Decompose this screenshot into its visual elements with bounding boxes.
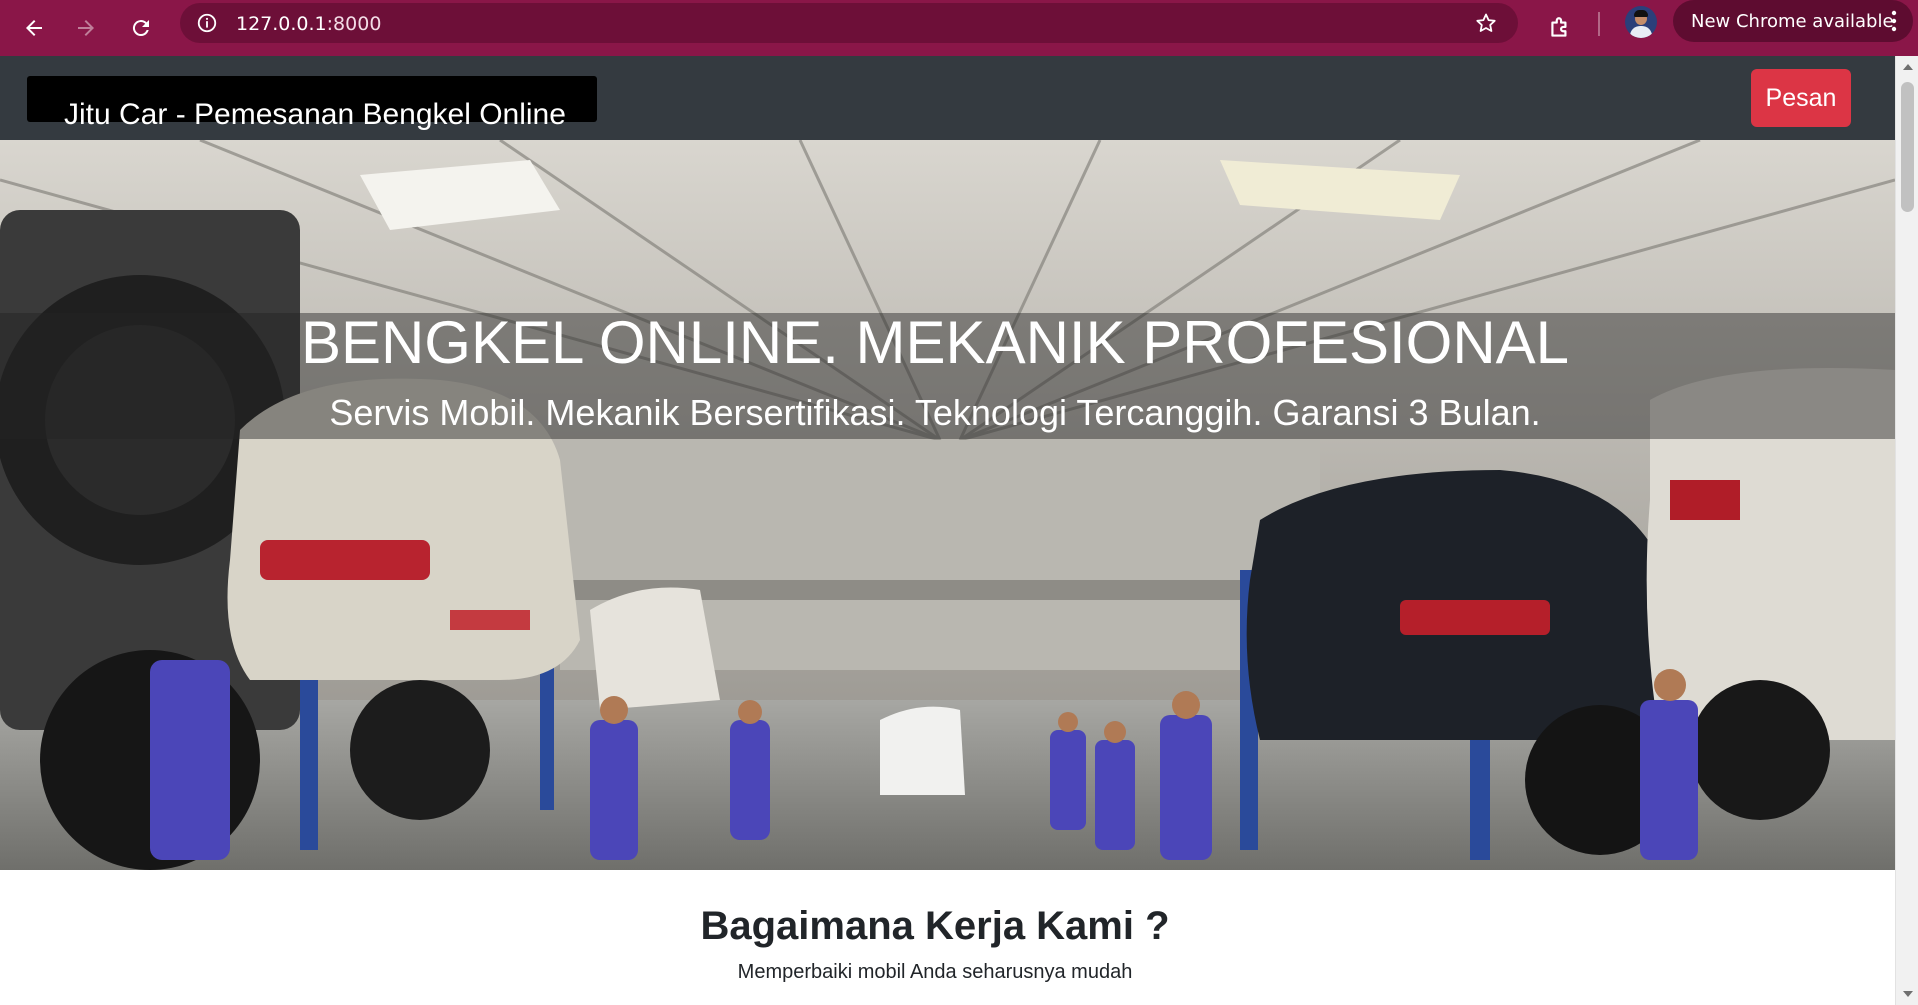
scrollbar-thumb[interactable] [1901,82,1914,212]
url-text[interactable]: 127.0.0.1:8000 [236,13,381,35]
section-subtitle: Memperbaiki mobil Anda seharusnya mudah [737,961,1133,983]
update-label: New Chrome available [1691,10,1894,32]
address-bar[interactable]: 127.0.0.1:8000 [180,3,1518,43]
section-title: Bagaimana Kerja Kami ? [700,904,1170,948]
hero-title: BENGKEL ONLINE. MEKANIK PROFESIONAL [300,309,1570,376]
back-button[interactable] [14,8,54,48]
back-arrow-icon [26,20,42,36]
workshop-photo [0,140,1895,870]
url-port: :8000 [326,13,382,35]
web-page: Jitu Car - Pemesanan Bengkel Online Pesa… [0,56,1895,1005]
hero-subtitle: Servis Mobil. Mekanik Bersertifikasi. Te… [329,392,1541,433]
more-vert-icon[interactable] [1891,9,1897,33]
page-scrollbar[interactable] [1895,56,1918,1005]
profile-avatar[interactable] [1625,6,1657,38]
order-button[interactable]: Pesan [1751,69,1851,127]
toolbar-divider [1598,12,1600,36]
brand-title[interactable]: Jitu Car - Pemesanan Bengkel Online [64,98,566,132]
hero-banner: BENGKEL ONLINE. MEKANIK PROFESIONAL Serv… [0,140,1895,870]
extensions-button[interactable] [1540,8,1580,48]
reload-button[interactable] [121,8,161,48]
bookmark-star-icon[interactable] [1474,11,1498,35]
chrome-update-button[interactable]: New Chrome available [1673,0,1913,42]
site-info-icon[interactable] [196,12,218,34]
scroll-down-icon[interactable] [1903,991,1913,997]
site-navbar: Jitu Car - Pemesanan Bengkel Online Pesa… [0,56,1895,140]
url-host: 127.0.0.1 [236,13,327,35]
reload-icon [132,20,149,37]
browser-toolbar: 127.0.0.1:8000 New Chrome available [0,0,1918,56]
extensions-icon [1551,17,1567,37]
forward-arrow-icon [78,20,94,36]
forward-button[interactable] [66,8,106,48]
scroll-up-icon[interactable] [1903,64,1913,70]
